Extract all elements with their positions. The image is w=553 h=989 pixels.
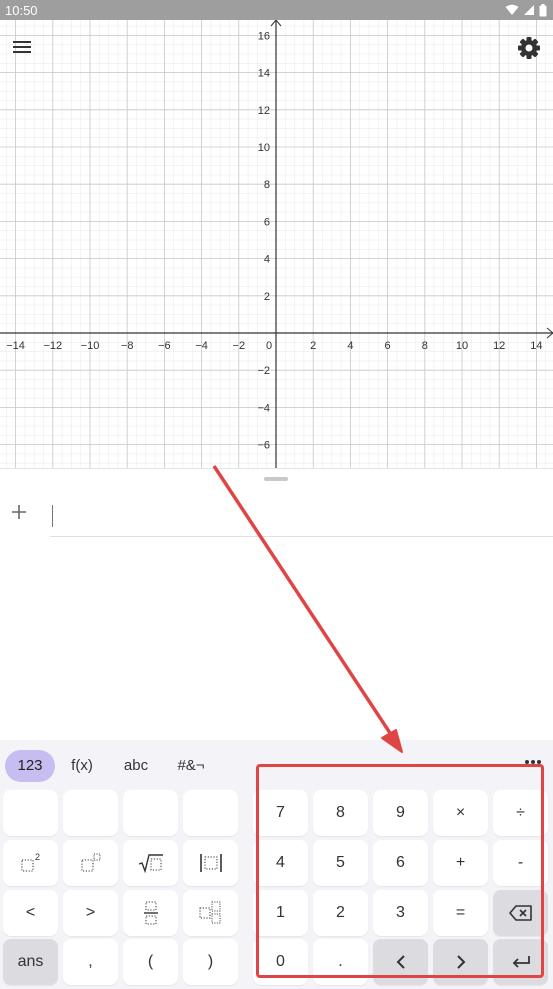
y-tick-label: 8 [264,179,270,191]
settings-button[interactable] [515,34,543,62]
drag-handle[interactable] [264,477,288,481]
key-blank[interactable] [63,790,118,836]
status-time: 10:50 [5,2,38,18]
menu-icon-line [13,46,31,48]
key-blank[interactable] [3,790,58,836]
x-tick-label: −8 [121,340,134,352]
key-7[interactable]: 7 [253,790,308,836]
key-3[interactable]: 3 [373,890,428,936]
menu-button[interactable] [10,38,36,58]
key-5[interactable]: 5 [313,840,368,886]
y-tick-label: 6 [264,216,270,228]
key-plus[interactable]: + [433,840,488,886]
x-tick-label: 10 [456,340,468,352]
key-comma[interactable]: , [63,939,118,985]
x-tick-label: −4 [195,340,208,352]
y-tick-label: −2 [257,365,270,377]
status-icons [505,3,547,17]
y-tick-label: 12 [258,105,270,117]
x-tick-label: 12 [493,340,505,352]
x-tick-label: −12 [43,340,62,352]
y-tick-label: 2 [264,291,270,303]
x-tick-label: −10 [81,340,100,352]
menu-icon-line [13,41,31,43]
x-tick-label: 0 [266,340,272,352]
key-sqrt[interactable] [123,840,178,886]
x-tick-label: 14 [530,340,542,352]
y-tick-label: −4 [257,402,270,414]
key-decimal[interactable]: . [313,939,368,985]
key-8[interactable]: 8 [313,790,368,836]
chevron-right-icon [456,955,465,969]
y-tick-label: 4 [264,254,270,266]
y-tick-label: −6 [257,440,270,452]
subscript-icon [199,901,220,924]
key-backspace[interactable] [493,890,548,936]
x-tick-label: −2 [233,340,246,352]
key-9[interactable]: 9 [373,790,428,836]
menu-icon-line [13,51,31,53]
key-power[interactable] [63,840,118,886]
key-cursor-left[interactable] [373,939,428,985]
key-greater-than[interactable]: > [63,890,118,936]
key-1[interactable]: 1 [253,890,308,936]
key-blank[interactable] [183,790,238,836]
tab-symbols[interactable]: #&¬ [168,750,214,782]
key-divide[interactable]: ÷ [493,790,548,836]
key-less-than[interactable]: < [3,890,58,936]
x-tick-label: −14 [6,340,25,352]
status-bar: 10:50 [0,0,553,20]
key-ans[interactable]: ans [3,939,58,985]
plus-icon [12,505,26,519]
wifi-icon [505,4,519,15]
more-options-icon[interactable] [522,754,544,770]
x-tick-label: −6 [158,340,171,352]
y-tick-label: 10 [258,142,270,154]
fraction-icon [143,901,158,925]
key-blank[interactable] [123,790,178,836]
key-minus[interactable]: - [493,840,548,886]
key-cursor-right[interactable] [433,939,488,985]
key-close-paren[interactable]: ) [183,939,238,985]
algebra-input[interactable] [50,499,553,537]
sqrt-icon [138,854,163,874]
key-multiply[interactable]: × [433,790,488,836]
tab-functions[interactable]: f(x) [60,750,104,782]
key-enter[interactable] [493,939,548,985]
backspace-icon [508,905,532,921]
tab-123[interactable]: 123 [5,750,55,782]
chevron-left-icon [396,955,405,969]
absolute-value-icon [199,854,222,872]
tab-letters[interactable]: abc [112,750,160,782]
key-abs[interactable] [183,840,238,886]
key-squared[interactable]: 2 [3,840,58,886]
x-tick-label: 6 [385,340,391,352]
key-subscript[interactable] [183,890,238,936]
squared-icon: 2 [21,852,40,872]
key-2[interactable]: 2 [313,890,368,936]
graphing-canvas[interactable]: −14 −12 −10 −8 −6 −4 −2 0 2 4 6 8 10 12 14 16 14 12 10 8 6 4 2… [0,20,553,468]
key-4[interactable]: 4 [253,840,308,886]
battery-icon [539,3,547,16]
key-fraction[interactable] [123,890,178,936]
graph-grid[interactable]: −14 −12 −10 −8 −6 −4 −2 0 2 4 6 8 10 12 14 16 14 12 10 8 6 4 2… [0,20,553,468]
gear-icon [518,37,540,59]
text-caret [52,505,53,527]
algebra-panel [0,468,553,740]
key-equals[interactable]: = [433,890,488,936]
signal-icon [524,5,534,15]
x-tick-label: 2 [310,340,316,352]
enter-icon [512,956,530,968]
x-tick-label: 8 [422,340,428,352]
keyboard-tabs: 123 f(x) abc #&¬ [0,740,553,790]
power-icon [81,853,100,872]
add-button[interactable] [8,501,30,523]
key-6[interactable]: 6 [373,840,428,886]
key-0[interactable]: 0 [253,939,308,985]
svg-text:2: 2 [35,852,40,862]
y-tick-label: 14 [258,68,270,80]
x-tick-label: 4 [347,340,353,352]
y-tick-label: 16 [258,30,270,42]
key-open-paren[interactable]: ( [123,939,178,985]
